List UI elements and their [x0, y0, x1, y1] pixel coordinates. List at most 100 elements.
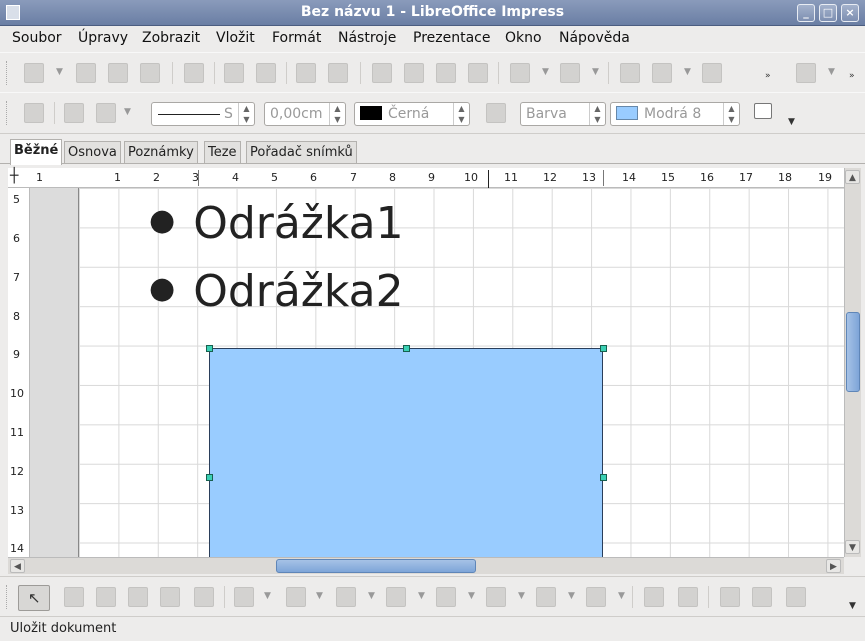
maximize-button[interactable]: □ — [819, 4, 837, 22]
bullet-item[interactable]: ● Odrážka2 — [149, 266, 404, 317]
spellcheck-icon[interactable] — [296, 63, 316, 83]
chevron-down-icon[interactable]: ▼ — [518, 591, 525, 601]
toolbar-overflow-icon[interactable]: ▼ — [849, 601, 856, 611]
rectangle-tool-icon[interactable] — [128, 587, 148, 607]
slide-canvas[interactable]: ● Odrážka1 ● Odrážka2 — [78, 188, 844, 557]
email-icon[interactable] — [140, 63, 160, 83]
menu-nastroje[interactable]: Nástroje — [338, 30, 396, 46]
symbol-shapes-icon[interactable] — [386, 587, 406, 607]
horizontal-ruler[interactable]: ┼ 1 1 2 3 4 5 6 7 8 9 10 11 12 13 14 15 … — [8, 168, 844, 188]
tab-poznamky[interactable]: Poznámky — [124, 141, 198, 164]
table-icon[interactable] — [652, 63, 672, 83]
resize-handle[interactable] — [206, 345, 213, 352]
block-arrows-icon[interactable] — [436, 587, 456, 607]
tab-osnova[interactable]: Osnova — [64, 141, 121, 164]
chevron-down-icon[interactable]: ▼ — [828, 67, 835, 77]
area-fill-icon[interactable] — [486, 103, 506, 123]
line-style-select[interactable]: S ▲ ▼ — [151, 102, 255, 126]
ruler-margin-marker[interactable] — [603, 170, 604, 186]
resize-handle[interactable] — [206, 474, 213, 481]
shadow-icon[interactable] — [754, 103, 772, 119]
resize-handle[interactable] — [403, 345, 410, 352]
menu-zobrazit[interactable]: Zobrazit — [142, 30, 200, 46]
tab-stop-icon[interactable]: ┼ — [10, 168, 18, 184]
spin-arrows-icon[interactable]: ▲ ▼ — [238, 103, 254, 125]
tab-bezne[interactable]: Běžné — [10, 139, 63, 165]
spin-arrows-icon[interactable]: ▲ ▼ — [453, 103, 469, 125]
toolbar-grip[interactable] — [6, 101, 9, 125]
print-icon[interactable] — [256, 63, 276, 83]
toolbar-grip[interactable] — [6, 61, 9, 85]
stars-icon[interactable] — [586, 587, 606, 607]
styles-icon[interactable] — [24, 103, 44, 123]
gallery-icon[interactable] — [786, 587, 806, 607]
line-icon[interactable] — [64, 103, 84, 123]
slide-workspace[interactable]: ● Odrážka1 ● Odrážka2 — [30, 188, 844, 557]
chevron-down-icon[interactable]: ▼ — [684, 67, 691, 77]
navigator-icon[interactable] — [702, 63, 722, 83]
chevron-down-icon[interactable]: ▼ — [316, 591, 323, 601]
resize-handle[interactable] — [600, 474, 607, 481]
menu-format[interactable]: Formát — [272, 30, 321, 46]
area-color-select[interactable]: Modrá 8 ▲ ▼ — [610, 102, 740, 126]
edit-file-icon[interactable] — [184, 63, 204, 83]
slide-layout-icon[interactable] — [796, 63, 816, 83]
resize-handle[interactable] — [600, 345, 607, 352]
chevron-down-icon[interactable]: ▼ — [592, 67, 599, 77]
redo-icon[interactable] — [560, 63, 580, 83]
horizontal-scrollbar[interactable]: ◀ ▶ — [8, 557, 844, 574]
basic-shapes-icon[interactable] — [336, 587, 356, 607]
bullet-item[interactable]: ● Odrážka1 — [149, 198, 404, 249]
toolbar-overflow-icon[interactable]: » — [765, 71, 771, 81]
spin-arrows-icon[interactable]: ▲ ▼ — [723, 103, 739, 125]
chevron-down-icon[interactable]: ▼ — [468, 591, 475, 601]
scroll-down-icon[interactable]: ▼ — [845, 540, 860, 554]
points-icon[interactable] — [644, 587, 664, 607]
chevron-down-icon[interactable]: ▼ — [418, 591, 425, 601]
ellipse-tool-icon[interactable] — [160, 587, 180, 607]
scroll-left-icon[interactable]: ◀ — [10, 559, 25, 573]
clone-formatting-icon[interactable] — [468, 63, 488, 83]
menu-prezentace[interactable]: Prezentace — [413, 30, 490, 46]
insert-image-icon[interactable] — [752, 587, 772, 607]
ruler-margin-marker[interactable] — [198, 170, 199, 186]
autospellcheck-icon[interactable] — [328, 63, 348, 83]
chart-icon[interactable] — [620, 63, 640, 83]
vertical-scrollbar[interactable]: ▲ ▼ — [844, 168, 861, 557]
spin-arrows-icon[interactable]: ▲ ▼ — [589, 103, 605, 125]
callouts-icon[interactable] — [536, 587, 556, 607]
area-style-select[interactable]: Barva ▲ ▼ — [520, 102, 606, 126]
vertical-ruler[interactable]: 5 6 7 8 9 10 11 12 13 14 — [8, 188, 30, 557]
menu-okno[interactable]: Okno — [505, 30, 542, 46]
text-tool-icon[interactable] — [194, 587, 214, 607]
curve-tool-icon[interactable] — [234, 587, 254, 607]
close-button[interactable]: × — [841, 4, 859, 22]
undo-icon[interactable] — [510, 63, 530, 83]
copy-icon[interactable] — [404, 63, 424, 83]
chevron-down-icon[interactable]: ▼ — [124, 107, 131, 117]
rectangle-shape[interactable] — [209, 348, 603, 557]
arrow-line-tool-icon[interactable] — [96, 587, 116, 607]
open-icon[interactable] — [76, 63, 96, 83]
cut-icon[interactable] — [372, 63, 392, 83]
arrow-style-icon[interactable] — [96, 103, 116, 123]
line-color-select[interactable]: Černá ▲ ▼ — [354, 102, 470, 126]
scrollbar-thumb[interactable] — [846, 312, 860, 392]
chevron-down-icon[interactable]: ▼ — [56, 67, 63, 77]
scroll-right-icon[interactable]: ▶ — [826, 559, 841, 573]
chevron-down-icon[interactable]: ▼ — [264, 591, 271, 601]
fontwork-icon[interactable] — [720, 587, 740, 607]
toolbar-overflow-icon[interactable]: ▼ — [788, 117, 795, 127]
menu-soubor[interactable]: Soubor — [12, 30, 62, 46]
paste-icon[interactable] — [436, 63, 456, 83]
minimize-button[interactable]: _ — [797, 4, 815, 22]
line-tool-icon[interactable] — [64, 587, 84, 607]
flowchart-icon[interactable] — [486, 587, 506, 607]
select-pointer-icon[interactable]: ↖ — [18, 585, 50, 611]
menu-vlozit[interactable]: Vložit — [216, 30, 255, 46]
new-document-icon[interactable] — [24, 63, 44, 83]
menu-upravy[interactable]: Úpravy — [78, 30, 128, 46]
chevron-down-icon[interactable]: ▼ — [368, 591, 375, 601]
glue-points-icon[interactable] — [678, 587, 698, 607]
scrollbar-thumb[interactable] — [276, 559, 476, 573]
